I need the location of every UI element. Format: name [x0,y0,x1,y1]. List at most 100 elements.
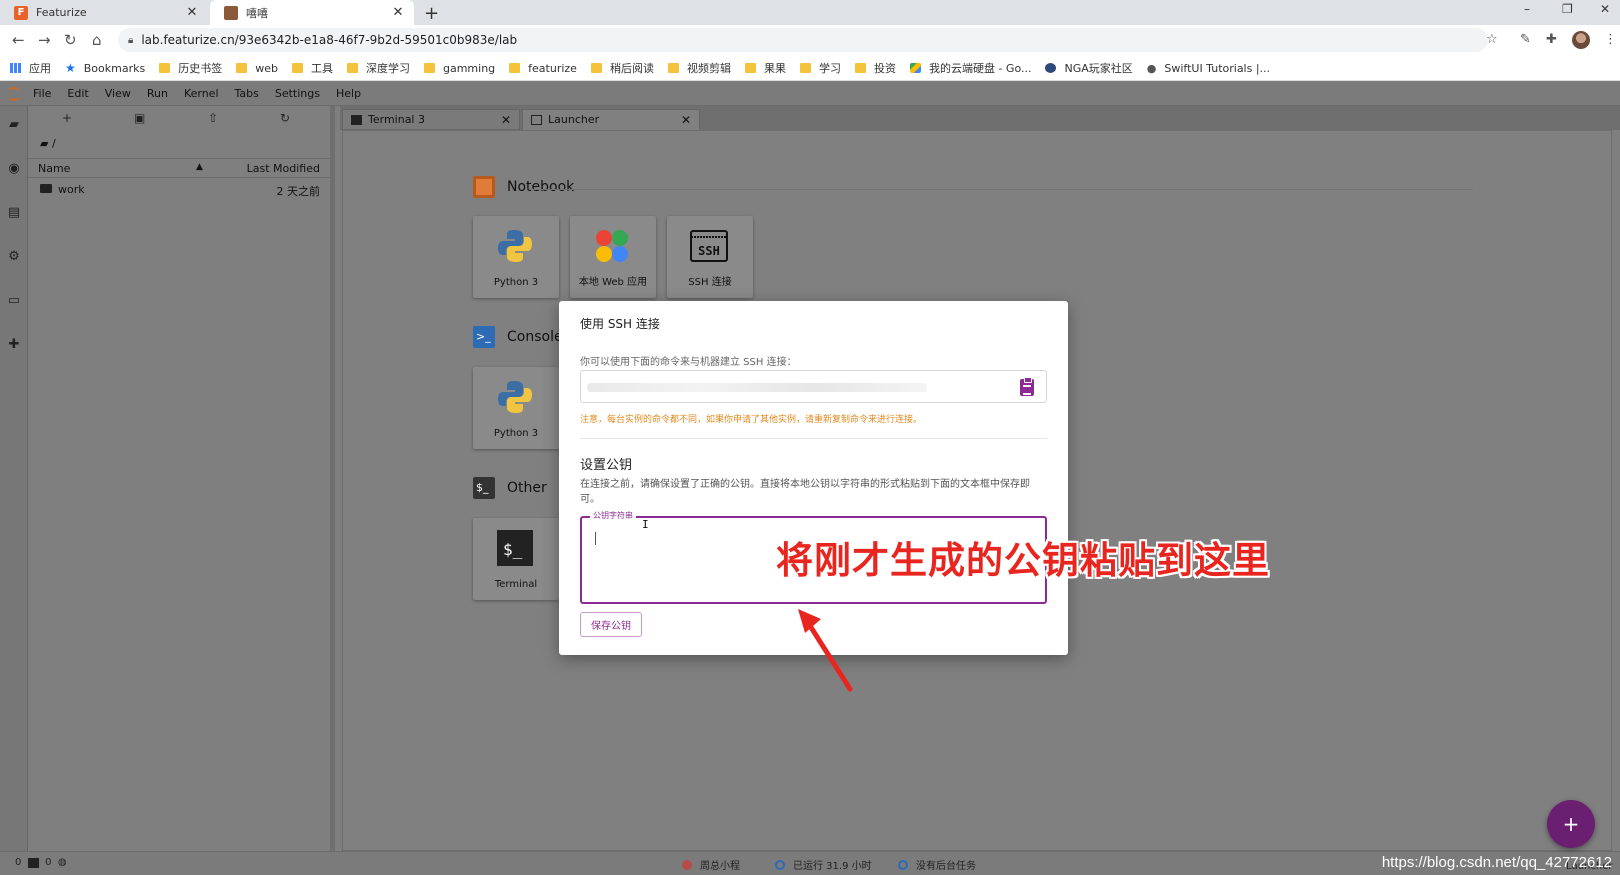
close-window-button[interactable]: ✕ [1600,2,1610,16]
launcher-icon [531,114,542,125]
menu-file[interactable]: File [33,87,51,100]
tutorial-annotation-text: 将刚才生成的公钥粘贴到这里 [776,539,1270,582]
bookmark-folder[interactable]: 稍后阅读 [590,60,654,76]
back-icon[interactable]: ← [12,31,25,49]
sort-ascending-icon[interactable]: ▲ [196,162,203,172]
close-tab-icon[interactable]: ✕ [681,113,691,127]
url-text[interactable]: lab.featurize.cn/93e6342b-e1a8-46f7-9b2d… [141,33,517,47]
home-icon[interactable]: ⌂ [92,31,102,49]
file-name[interactable]: work [58,183,85,196]
close-tab-icon[interactable]: ✕ [501,113,511,127]
card-ssh-connect[interactable]: SSH SSH 连接 [667,216,753,298]
minimize-button[interactable]: – [1524,2,1530,16]
tab-launcher[interactable]: Launcher ✕ [522,109,700,130]
public-key-field-label: 公钥字符串 [590,510,636,521]
bookmark-folder[interactable]: 学习 [799,60,841,76]
lock-icon[interactable]: 🔒︎ [128,35,133,46]
card-terminal[interactable]: $_ Terminal [473,518,559,600]
bookmark-bookmarks[interactable]: ★ Bookmarks [65,61,145,75]
url-bar[interactable]: 🔒︎ lab.featurize.cn/93e6342b-e1a8-46f7-9… [118,28,1488,52]
bookmark-folder[interactable]: gamming [423,62,495,75]
commands-palette-icon[interactable]: ▤ [7,206,21,220]
extensions-puzzle-icon[interactable]: ✚ [1546,32,1557,47]
bookmark-label: 深度学习 [365,62,410,75]
page-favicon-icon [224,5,238,20]
refresh-icon[interactable]: ↻ [280,111,290,125]
column-last-modified[interactable]: Last Modified [247,162,320,175]
close-tab-icon[interactable]: ✕ [184,5,200,20]
file-browser-panel: + ▣ ⇧ ↻ ▰ / Name ▲ Last Modified work 2 … [28,106,335,851]
status-count: 0 [15,857,22,868]
bookmark-label: NGA玩家社区 [1064,62,1133,75]
left-sidebar: ▰ ◉ ▤ ⚙ ▭ ✚ [0,106,28,851]
bookmark-folder[interactable]: 投资 [854,60,896,76]
card-console-python3[interactable]: Python 3 [473,367,559,449]
ssh-command-field[interactable] [580,370,1047,403]
console-prompt-icon: >_ [473,326,495,348]
bookmark-star-icon[interactable]: ☆ [1486,32,1498,47]
bookmark-folder[interactable]: web [236,62,278,75]
dialog-divider [580,438,1047,439]
bookmark-folder[interactable]: 果果 [744,60,786,76]
section-title: Notebook [507,179,575,195]
restore-button[interactable]: ❐ [1562,2,1573,16]
bookmark-folder[interactable]: 历史书签 [159,60,222,76]
open-tabs-icon[interactable]: ▭ [7,294,21,308]
floating-add-button[interactable]: + [1547,800,1595,848]
card-local-web-app[interactable]: 本地 Web 应用 [570,216,656,298]
browser-tab-title: 嘻嘻 [246,6,268,20]
bookmark-label: Bookmarks [83,61,146,75]
notebook-bookmark-icon [473,176,495,198]
breadcrumb[interactable]: ▰ / [40,137,56,150]
bookmark-folder[interactable]: 工具 [291,60,333,76]
status-count: 0 [45,857,52,868]
menu-view[interactable]: View [105,87,131,100]
bookmark-swiftui[interactable]: ● SwiftUI Tutorials |... [1147,62,1270,75]
reload-icon[interactable]: ↻ [64,31,77,49]
menu-tabs[interactable]: Tabs [235,87,259,100]
folder-icon [236,63,248,73]
eyedropper-extension-icon[interactable]: ✎ [1520,32,1531,47]
breadcrumb-path[interactable]: / [52,137,56,150]
folder-icon [799,63,811,73]
bookmark-label: 应用 [29,62,51,75]
property-inspector-gear-icon[interactable]: ⚙ [7,250,21,264]
running-kernels-icon[interactable]: ◉ [7,162,21,176]
file-browser-folder-icon[interactable]: ▰ [7,118,21,132]
dialog-title: 使用 SSH 连接 [580,317,660,331]
python-logo-icon [498,381,532,413]
status-background-tasks: 没有后台任务 [898,857,976,872]
bookmark-apps[interactable]: 应用 [10,60,51,76]
profile-avatar[interactable] [1572,31,1590,49]
bookmark-folder[interactable]: 视频剪辑 [667,60,731,76]
bookmark-folder[interactable]: 深度学习 [346,60,410,76]
kernel-count[interactable]: 0 0 ◍ [15,857,67,868]
tab-terminal-3[interactable]: Terminal 3 ✕ [342,109,520,130]
new-tab-button[interactable]: + [424,3,439,24]
browser-menu-icon[interactable]: ⋮ [1604,32,1617,47]
menu-run[interactable]: Run [147,87,168,100]
browser-tab-featurize[interactable]: F Featurize ✕ [0,0,208,25]
bookmark-nga[interactable]: NGA玩家社区 [1045,60,1133,76]
close-tab-icon[interactable]: ✕ [390,5,406,20]
extensions-puzzle-icon[interactable]: ✚ [7,338,21,352]
bookmark-drive[interactable]: 我的云端硬盘 - Go... [909,60,1031,76]
menu-settings[interactable]: Settings [275,87,320,100]
browser-tab-active[interactable]: 嘻嘻 ✕ [210,0,414,25]
forward-icon[interactable]: → [38,31,51,49]
section-title: Other [507,480,547,496]
new-launcher-plus-icon[interactable]: + [62,111,72,125]
public-key-description: 在连接之前，请确保设置了正确的公钥。直接将本地公钥以字符串的形式粘贴到下面的文本… [580,479,1030,505]
new-folder-icon[interactable]: ▣ [134,111,145,125]
menu-edit[interactable]: Edit [67,87,88,100]
bookmark-folder[interactable]: featurize [509,62,577,75]
file-row-work[interactable]: work 2 天之前 [28,180,330,200]
column-name[interactable]: Name [38,162,70,175]
menu-kernel[interactable]: Kernel [184,87,219,100]
copy-clipboard-icon[interactable] [1020,377,1034,396]
save-public-key-button[interactable]: 保存公钥 [580,612,642,637]
card-notebook-python3[interactable]: Python 3 [473,216,559,298]
menu-help[interactable]: Help [336,87,361,100]
document-tab-bar: Terminal 3 ✕ Launcher ✕ [340,106,1620,130]
upload-icon[interactable]: ⇧ [208,111,218,125]
